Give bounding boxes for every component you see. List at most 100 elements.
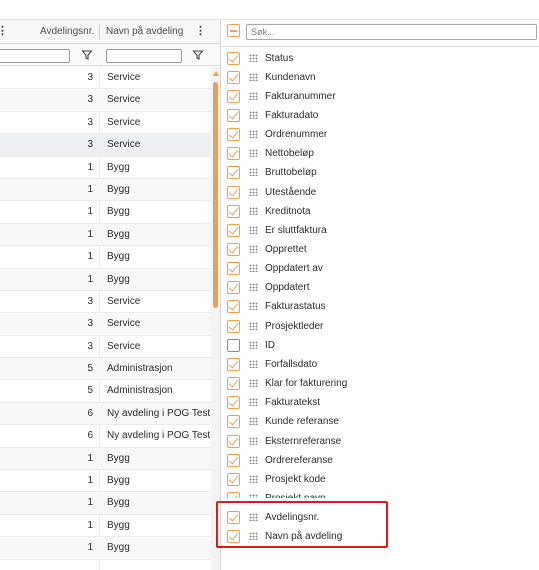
drag-handle-icon[interactable] (249, 436, 258, 445)
column-option[interactable]: Klar for fakturering (221, 374, 539, 393)
column-menu-icon[interactable]: ⋮ (0, 20, 8, 44)
filter-icon[interactable] (192, 49, 204, 61)
column-checkbox[interactable] (227, 281, 240, 295)
drag-handle-icon[interactable] (249, 474, 258, 483)
header-dept-no[interactable]: Avdelingsnr. (40, 20, 94, 44)
drag-handle-icon[interactable] (249, 302, 258, 311)
table-row[interactable]: 1 Bygg (0, 178, 211, 202)
select-all-checkbox[interactable] (227, 24, 240, 37)
column-option[interactable]: Utestående (221, 183, 539, 202)
column-checkbox[interactable] (227, 262, 240, 276)
column-checkbox[interactable] (227, 108, 240, 122)
column-option[interactable]: Fakturadato (221, 106, 539, 125)
column-option[interactable]: Fakturatekst (221, 393, 539, 412)
column-checkbox[interactable] (227, 415, 240, 429)
column-checkbox[interactable] (227, 491, 240, 498)
column-option[interactable]: Kundenavn (221, 68, 539, 87)
table-row[interactable]: 3 Service (0, 313, 211, 336)
table-row[interactable]: 3 Service (0, 291, 211, 314)
table-row[interactable]: 6 Ny avdeling i POG Test (0, 425, 211, 448)
table-row[interactable]: 1 Bygg (0, 515, 211, 538)
drag-handle-icon[interactable] (249, 130, 258, 139)
table-row[interactable]: 1 Bygg (0, 246, 211, 269)
column-option[interactable]: Ordrereferanse (221, 451, 539, 470)
column-checkbox[interactable] (227, 338, 240, 352)
column-option[interactable]: ID (221, 336, 539, 355)
drag-handle-icon[interactable] (249, 53, 258, 62)
table-row[interactable]: 1 Bygg (0, 157, 211, 179)
scrollbar-thumb[interactable] (213, 82, 218, 308)
drag-handle-icon[interactable] (249, 168, 258, 177)
column-option[interactable]: Kreditnota (221, 202, 539, 221)
column-option[interactable]: Bruttobeløp (221, 163, 539, 182)
column-checkbox[interactable] (227, 357, 240, 371)
table-row[interactable]: 6 Ny avdeling i POG Test (0, 402, 211, 426)
column-checkbox[interactable] (227, 472, 240, 486)
column-option[interactable]: Fakturastatus (221, 297, 539, 316)
drag-handle-icon[interactable] (249, 149, 258, 158)
drag-handle-icon[interactable] (249, 245, 258, 253)
drag-handle-icon[interactable] (249, 398, 258, 407)
column-checkbox[interactable] (227, 223, 240, 237)
column-checkbox[interactable] (227, 319, 240, 333)
table-row[interactable]: 3 Service (0, 112, 211, 135)
column-checkbox[interactable] (227, 243, 240, 256)
table-row[interactable]: 3 Service (0, 67, 211, 90)
column-resize-handle[interactable] (99, 25, 100, 39)
column-menu-icon[interactable]: ⋮ (195, 20, 206, 44)
table-row[interactable]: 1 Bygg (0, 201, 211, 224)
column-checkbox[interactable] (227, 396, 240, 410)
column-option[interactable]: Prosjekt navn (221, 489, 539, 498)
filter-input-dept-no[interactable] (0, 49, 70, 63)
scroll-up-arrow-icon[interactable] (213, 71, 219, 76)
column-option[interactable]: Kunde referanse (221, 412, 539, 431)
column-option[interactable]: Oppdatert (221, 278, 539, 297)
table-row[interactable]: 3 Service (0, 89, 211, 112)
table-row[interactable]: 1 Bygg (0, 492, 211, 515)
column-checkbox[interactable] (227, 166, 240, 180)
header-dept-name[interactable]: Navn på avdeling (106, 20, 183, 44)
drag-handle-icon[interactable] (249, 264, 258, 273)
column-checkbox[interactable] (227, 147, 240, 161)
column-checkbox[interactable] (227, 70, 240, 84)
table-row[interactable]: 1 Bygg (0, 268, 211, 291)
column-option[interactable]: Status (221, 49, 539, 68)
table-row[interactable]: 1 Bygg (0, 470, 211, 493)
drag-handle-icon[interactable] (249, 340, 258, 349)
drag-handle-icon[interactable] (249, 493, 258, 498)
column-checkbox[interactable] (227, 185, 240, 199)
drag-handle-icon[interactable] (249, 359, 258, 368)
drag-handle-icon[interactable] (249, 91, 258, 100)
column-option[interactable]: Prosjekt kode (221, 470, 539, 489)
drag-handle-icon[interactable] (249, 72, 258, 81)
column-option[interactable]: Nettobeløp (221, 144, 539, 163)
column-checkbox[interactable] (227, 300, 240, 314)
table-row[interactable]: 3 Service (0, 336, 211, 359)
column-checkbox[interactable] (227, 434, 240, 448)
drag-handle-icon[interactable] (249, 283, 258, 292)
column-search-input[interactable] (246, 24, 537, 40)
column-option[interactable]: Er sluttfaktura (221, 221, 539, 240)
filter-icon[interactable] (81, 49, 93, 61)
table-row[interactable]: 1 Bygg (0, 223, 211, 247)
filter-input-dept-name[interactable] (106, 49, 182, 63)
table-row[interactable]: 1 Bygg (0, 537, 211, 560)
drag-handle-icon[interactable] (249, 206, 258, 215)
column-checkbox[interactable] (227, 51, 240, 65)
table-row[interactable]: 1 Bygg (0, 447, 211, 471)
table-row[interactable]: 5 Administrasjon (0, 380, 211, 403)
drag-handle-icon[interactable] (249, 110, 258, 119)
table-row[interactable]: 5 Administrasjon (0, 358, 211, 381)
drag-handle-icon[interactable] (249, 187, 258, 196)
column-option[interactable]: Prosjektleder (221, 317, 539, 336)
drag-handle-icon[interactable] (249, 321, 258, 330)
column-option[interactable]: Oppdatert av (221, 259, 539, 278)
column-checkbox[interactable] (227, 128, 240, 142)
column-checkbox[interactable] (227, 453, 240, 467)
drag-handle-icon[interactable] (249, 225, 258, 234)
column-option[interactable]: Forfallsdato (221, 355, 539, 374)
column-checkbox[interactable] (227, 89, 240, 103)
drag-handle-icon[interactable] (249, 455, 258, 464)
drag-handle-icon[interactable] (249, 379, 258, 388)
table-row[interactable]: 3 Service (0, 134, 211, 157)
